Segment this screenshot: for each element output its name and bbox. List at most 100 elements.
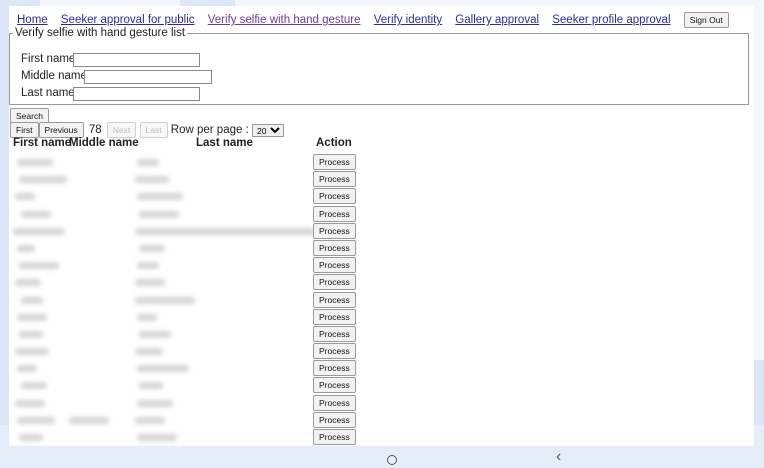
- nav-verify-identity-link[interactable]: Verify identity: [374, 14, 442, 26]
- results-table: Process Process Process Process Process Proce…: [9, 154, 369, 446]
- last-page-button[interactable]: Last: [139, 122, 168, 138]
- process-button[interactable]: Process: [313, 257, 356, 274]
- nav-gallery-approval-link[interactable]: Gallery approval: [455, 14, 539, 26]
- home-circle-icon[interactable]: [387, 455, 397, 465]
- process-button[interactable]: Process: [313, 188, 356, 205]
- table-row: Process: [9, 257, 369, 274]
- column-header-first-name: First name: [13, 137, 72, 149]
- process-button[interactable]: Process: [313, 154, 356, 170]
- last-name-label: Last name: [21, 87, 75, 99]
- next-page-button[interactable]: Next: [106, 122, 137, 138]
- redacted-name-cell: [15, 193, 35, 201]
- previous-page-button[interactable]: Previous: [38, 122, 84, 138]
- process-button[interactable]: Process: [313, 343, 356, 360]
- nav-verify-selfie-link[interactable]: Verify selfie with hand gesture: [208, 14, 361, 26]
- redacted-name-cell: [137, 365, 189, 373]
- redacted-name-cell: [19, 330, 43, 338]
- redacted-name-cell: [137, 262, 159, 270]
- column-header-action: Action: [316, 137, 352, 149]
- table-row: Process: [9, 429, 369, 446]
- process-button[interactable]: Process: [313, 222, 356, 239]
- process-button[interactable]: Process: [313, 377, 356, 394]
- redacted-name-cell: [139, 382, 163, 390]
- process-button[interactable]: Process: [313, 411, 356, 428]
- middle-name-row: Middle name: [21, 70, 212, 84]
- redacted-name-cell: [15, 348, 49, 356]
- redacted-name-cell: [15, 279, 41, 287]
- back-chevron-icon[interactable]: ‹: [556, 448, 561, 466]
- table-row: Process: [9, 171, 369, 188]
- nav-home-link[interactable]: Home: [17, 14, 48, 26]
- rows-per-page-select[interactable]: 20: [251, 123, 284, 137]
- redacted-name-cell: [135, 416, 165, 424]
- redacted-name-cell: [139, 244, 165, 252]
- top-nav: Home Seeker approval for public Verify s…: [17, 12, 729, 28]
- process-button[interactable]: Process: [313, 308, 356, 325]
- middle-name-label: Middle name: [21, 70, 87, 82]
- table-row: Process: [9, 274, 369, 291]
- table-row: Process: [9, 377, 369, 394]
- redacted-name-cell: [139, 330, 171, 338]
- redacted-name-cell: [135, 296, 195, 304]
- record-count: 78: [88, 124, 102, 137]
- column-header-middle-name: Middle name: [69, 137, 139, 149]
- column-header-last-name: Last name: [196, 137, 253, 149]
- table-row: Process: [9, 394, 369, 412]
- redacted-name-cell: [135, 227, 315, 235]
- redacted-name-cell: [137, 313, 157, 321]
- process-button[interactable]: Process: [313, 394, 356, 411]
- table-row: Process: [9, 205, 369, 223]
- table-row: Process: [9, 360, 369, 377]
- redacted-name-cell: [13, 227, 65, 235]
- table-row: Process: [9, 154, 369, 171]
- table-row: Process: [9, 239, 369, 257]
- redacted-name-cell: [19, 434, 43, 441]
- filter-legend: Verify selfie with hand gesture list: [15, 27, 186, 39]
- process-button[interactable]: Process: [313, 239, 356, 256]
- redacted-name-cell: [69, 416, 109, 424]
- table-row: Process: [9, 411, 369, 429]
- redacted-name-cell: [17, 365, 37, 373]
- sign-out-button[interactable]: Sign Out: [683, 12, 729, 28]
- nav-seeker-profile-approval-link[interactable]: Seeker profile approval: [552, 14, 670, 26]
- process-button[interactable]: Process: [313, 205, 356, 222]
- redacted-name-cell: [137, 159, 159, 166]
- redacted-name-cell: [21, 210, 51, 218]
- process-button[interactable]: Process: [313, 360, 356, 377]
- process-button[interactable]: Process: [313, 274, 356, 291]
- redacted-name-cell: [137, 193, 183, 201]
- first-page-button[interactable]: First: [10, 122, 39, 138]
- page: Home Seeker approval for public Verify s…: [9, 6, 754, 446]
- redacted-name-cell: [137, 434, 177, 441]
- middle-name-input[interactable]: [84, 70, 212, 84]
- table-row: Process: [9, 343, 369, 360]
- process-button[interactable]: Process: [313, 291, 356, 308]
- redacted-name-cell: [21, 296, 43, 304]
- table-row: Process: [9, 222, 369, 240]
- last-name-input[interactable]: [73, 87, 200, 101]
- first-name-row: First name: [21, 53, 200, 67]
- redacted-name-cell: [139, 210, 179, 218]
- first-name-label: First name: [21, 53, 76, 65]
- nav-seeker-approval-link[interactable]: Seeker approval for public: [61, 14, 195, 26]
- rows-per-page-label: Row per page :: [170, 124, 249, 137]
- table-row: Process: [9, 291, 369, 309]
- table-row: Process: [9, 325, 369, 343]
- redacted-name-cell: [17, 416, 55, 424]
- last-name-row: Last name: [21, 87, 200, 101]
- process-button[interactable]: Process: [313, 171, 356, 188]
- first-name-input[interactable]: [73, 53, 200, 67]
- filter-fieldset: Verify selfie with hand gesture list Fir…: [9, 27, 749, 105]
- redacted-name-cell: [135, 176, 169, 184]
- redacted-name-cell: [17, 313, 47, 321]
- redacted-name-cell: [17, 159, 53, 166]
- process-button[interactable]: Process: [313, 325, 356, 342]
- redacted-name-cell: [15, 399, 45, 407]
- process-button[interactable]: Process: [313, 429, 356, 445]
- pager: First Previous 78 Next Last Row per page …: [10, 122, 284, 138]
- redacted-name-cell: [17, 244, 35, 252]
- redacted-name-cell: [135, 348, 163, 356]
- table-row: Process: [9, 188, 369, 205]
- redacted-name-cell: [137, 399, 173, 407]
- table-row: Process: [9, 308, 369, 326]
